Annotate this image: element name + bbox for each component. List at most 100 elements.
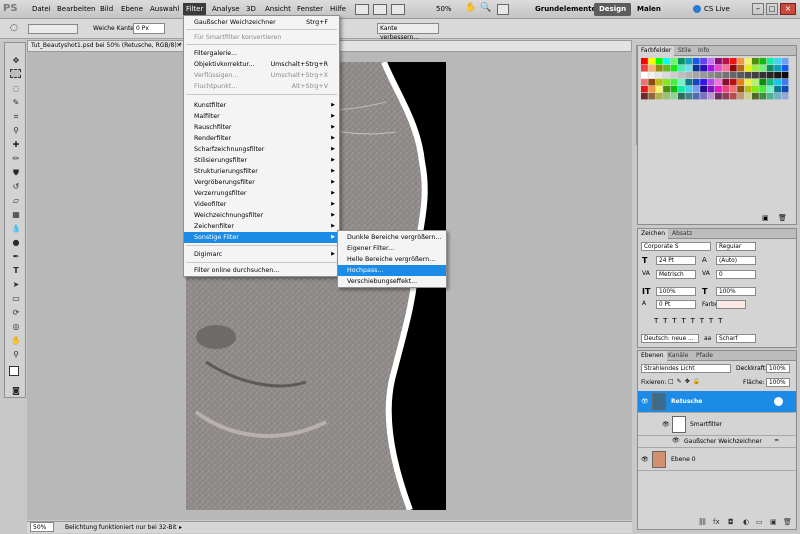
swatch[interactable]: [663, 79, 670, 86]
swatch[interactable]: [722, 86, 730, 93]
menu-item-gausscher-weichzeichner[interactable]: Gaußscher Weichzeichner Strg+F: [184, 17, 339, 28]
visibility-eye-icon[interactable]: 👁: [641, 456, 649, 463]
menu-item-objektivkorrektur[interactable]: Objektivkorrektur... Umschalt+Strg+R: [184, 59, 339, 70]
menu-item-malfilter[interactable]: Malfilter ▶: [184, 111, 339, 122]
swatch[interactable]: [678, 86, 685, 93]
layer-name[interactable]: Ebene 0: [671, 456, 696, 463]
submenu-item-verschiebungseffekt[interactable]: Verschiebungseffekt...: [338, 276, 446, 287]
text-color-swatch[interactable]: [716, 300, 746, 309]
close-document-icon[interactable]: ×: [176, 41, 182, 49]
new-swatch-icon[interactable]: ▣: [762, 214, 769, 222]
swatch[interactable]: [752, 79, 759, 86]
swatch[interactable]: [774, 86, 781, 93]
hand-tool-icon[interactable]: ✋: [465, 3, 476, 13]
swatch[interactable]: [700, 86, 707, 93]
clone-stamp-tool-icon[interactable]: ⛊: [9, 167, 23, 178]
swatch[interactable]: [737, 79, 744, 86]
filter-options-icon[interactable]: ≍: [774, 437, 779, 444]
swatch[interactable]: [744, 72, 752, 79]
menu-item-renderfilter[interactable]: Renderfilter ▶: [184, 133, 339, 144]
menu-item-scharfzeichnungsfilter[interactable]: Scharfzeichnungsfilter ▶: [184, 144, 339, 155]
menu-item-videofilter[interactable]: Videofilter ▶: [184, 199, 339, 210]
swatch[interactable]: [707, 72, 715, 79]
zoom-level[interactable]: 50%: [436, 5, 452, 13]
swatch[interactable]: [766, 58, 774, 65]
swatch[interactable]: [663, 93, 670, 100]
crop-tool-icon[interactable]: ⌗: [9, 111, 23, 122]
menu-bearbeiten[interactable]: Bearbeiten: [57, 5, 95, 13]
cs-live-button[interactable]: CS Live: [704, 5, 730, 13]
swatch[interactable]: [722, 79, 730, 86]
swatch[interactable]: [744, 65, 752, 72]
swatch[interactable]: [707, 65, 715, 72]
swatch[interactable]: [670, 72, 678, 79]
menu-item-filter-online[interactable]: Filter online durchsuchen...: [184, 265, 339, 276]
status-arrow-icon[interactable]: ▸: [179, 522, 182, 533]
swatch[interactable]: [670, 58, 678, 65]
brush-tool-icon[interactable]: ✏: [9, 153, 23, 164]
tab-info[interactable]: Info: [695, 46, 712, 56]
3d-rotate-tool-icon[interactable]: ⟳: [9, 307, 23, 318]
menu-ebene[interactable]: Ebene: [121, 5, 143, 13]
swatch[interactable]: [715, 93, 722, 100]
tab-kanaele[interactable]: Kanäle: [665, 351, 691, 361]
menu-filter[interactable]: Filter: [183, 3, 207, 15]
swatch[interactable]: [678, 65, 685, 72]
path-select-tool-icon[interactable]: ➤: [9, 279, 23, 290]
menu-item-smartfilter-konvertieren[interactable]: Für Smartfilter konvertieren: [184, 32, 339, 43]
swatch[interactable]: [715, 65, 722, 72]
move-tool-icon[interactable]: ✥: [9, 55, 23, 66]
swatch[interactable]: [692, 79, 700, 86]
swatch[interactable]: [759, 72, 767, 79]
lasso-tool-icon[interactable]: ◌: [9, 83, 23, 94]
workspace-design[interactable]: Design: [594, 3, 632, 16]
swatch[interactable]: [685, 79, 693, 86]
swatch[interactable]: [781, 79, 789, 86]
swatch[interactable]: [774, 65, 781, 72]
text-style-buttons[interactable]: TTTTTTTT: [654, 317, 727, 325]
swatch[interactable]: [700, 58, 707, 65]
tab-ebenen[interactable]: Ebenen: [638, 351, 667, 361]
zoom-tool-icon[interactable]: ⚲: [9, 349, 23, 360]
menu-item-sonstige-filter[interactable]: Sonstige Filter ▶: [184, 232, 339, 243]
layer-name[interactable]: Smartfilter: [690, 421, 722, 428]
swatch[interactable]: [670, 65, 678, 72]
menu-item-weichzeichnungsfilter[interactable]: Weichzeichnungsfilter ▶: [184, 210, 339, 221]
swatch[interactable]: [700, 79, 707, 86]
swatch[interactable]: [648, 58, 656, 65]
bridge-icon[interactable]: [355, 4, 369, 15]
swatch[interactable]: [759, 65, 767, 72]
workspace-grundelemente[interactable]: Grundelemente: [530, 3, 601, 16]
3d-orbit-tool-icon[interactable]: ◎: [9, 321, 23, 332]
hand-tool-icon[interactable]: ✋: [9, 335, 23, 346]
healing-brush-tool-icon[interactable]: ✚: [9, 139, 23, 150]
antialias-select[interactable]: Scharf: [716, 334, 756, 343]
eraser-tool-icon[interactable]: ▱: [9, 195, 23, 206]
swatch[interactable]: [648, 93, 656, 100]
vertical-scale-input[interactable]: 100%: [656, 287, 696, 296]
swatch[interactable]: [678, 72, 685, 79]
menu-item-stilisierungsfilter[interactable]: Stilisierungsfilter ▶: [184, 155, 339, 166]
layer-row-gaussian-blur[interactable]: 👁 Gaußscher Weichzeichner ≍: [638, 436, 796, 448]
swatch[interactable]: [678, 58, 685, 65]
swatch[interactable]: [692, 58, 700, 65]
history-brush-tool-icon[interactable]: ↺: [9, 181, 23, 192]
swatch[interactable]: [744, 86, 752, 93]
menu-item-strukturierungsfilter[interactable]: Strukturierungsfilter ▶: [184, 166, 339, 177]
menu-item-rauschfilter[interactable]: Rauschfilter ▶: [184, 122, 339, 133]
layer-name[interactable]: Retusche: [671, 398, 702, 405]
swatch[interactable]: [685, 65, 693, 72]
swatch[interactable]: [707, 58, 715, 65]
submenu-item-eigener-filter[interactable]: Eigener Filter...: [338, 243, 446, 254]
leading-input[interactable]: (Auto): [716, 256, 756, 265]
delete-layer-icon[interactable]: 🗑: [783, 518, 792, 526]
baseline-shift-input[interactable]: 0 Pt: [656, 300, 696, 309]
swatch[interactable]: [648, 79, 656, 86]
visibility-eye-icon[interactable]: 👁: [662, 421, 670, 428]
menu-ansicht[interactable]: Ansicht: [265, 5, 291, 13]
swatch[interactable]: [715, 79, 722, 86]
menu-item-verzerrungsfilter[interactable]: Verzerrungsfilter ▶: [184, 188, 339, 199]
layer-row-ebene-0[interactable]: 👁 Ebene 0: [638, 449, 796, 471]
tab-absatz[interactable]: Absatz: [669, 229, 695, 239]
tab-pfade[interactable]: Pfade: [693, 351, 716, 361]
